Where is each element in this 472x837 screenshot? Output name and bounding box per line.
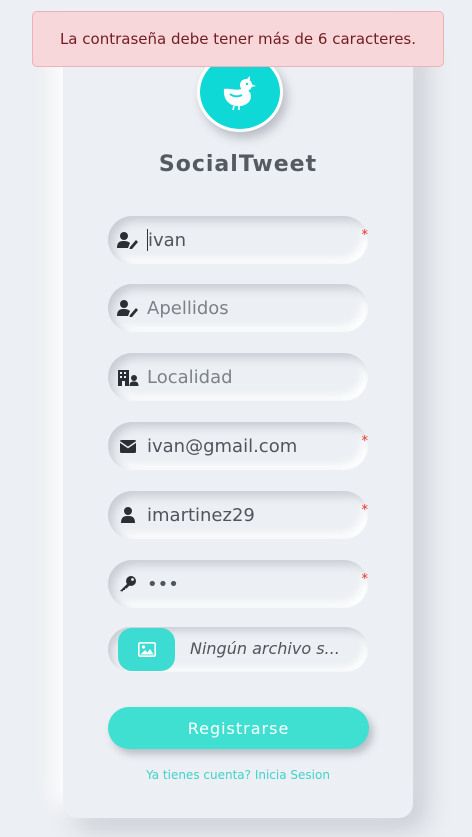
login-link[interactable]: Ya tienes cuenta? Inicia Sesion: [63, 768, 413, 782]
apellidos-placeholder[interactable]: Apellidos: [147, 298, 229, 319]
username-value[interactable]: imartinez29: [147, 505, 255, 526]
username-field[interactable]: imartinez29 *: [108, 491, 368, 539]
localidad-placeholder[interactable]: Localidad: [147, 367, 233, 388]
choose-file-button[interactable]: [118, 628, 175, 671]
password-value[interactable]: •••: [147, 574, 179, 595]
required-mark: *: [361, 503, 369, 518]
key-icon: [117, 574, 139, 594]
error-alert-message: La contraseña debe tener más de 6 caract…: [59, 30, 417, 48]
bird-icon: [223, 76, 256, 111]
email-field[interactable]: ivan@gmail.com *: [108, 422, 368, 470]
localidad-field[interactable]: Localidad: [108, 353, 368, 401]
required-mark: *: [361, 572, 369, 587]
building-user-icon: [117, 367, 139, 387]
user-icon: [117, 505, 139, 525]
email-value[interactable]: ivan@gmail.com: [147, 436, 297, 457]
apellidos-field[interactable]: Apellidos: [108, 284, 368, 332]
error-alert: La contraseña debe tener más de 6 caract…: [32, 11, 444, 67]
brand-title: SocialTweet: [158, 152, 318, 177]
password-field[interactable]: ••• *: [108, 560, 368, 608]
required-mark: *: [361, 434, 369, 449]
register-button[interactable]: Registrarse: [108, 707, 369, 749]
nombre-field[interactable]: ivan *: [108, 216, 368, 264]
required-mark: *: [361, 228, 369, 243]
avatar-file-input[interactable]: Ningún archivo s...: [108, 627, 368, 672]
user-edit-icon: [117, 230, 139, 250]
envelope-icon: [117, 436, 139, 456]
nombre-value[interactable]: ivan: [148, 230, 186, 251]
image-icon: [137, 642, 156, 657]
user-edit-icon: [117, 298, 139, 318]
file-status: Ningún archivo s...: [190, 639, 340, 658]
